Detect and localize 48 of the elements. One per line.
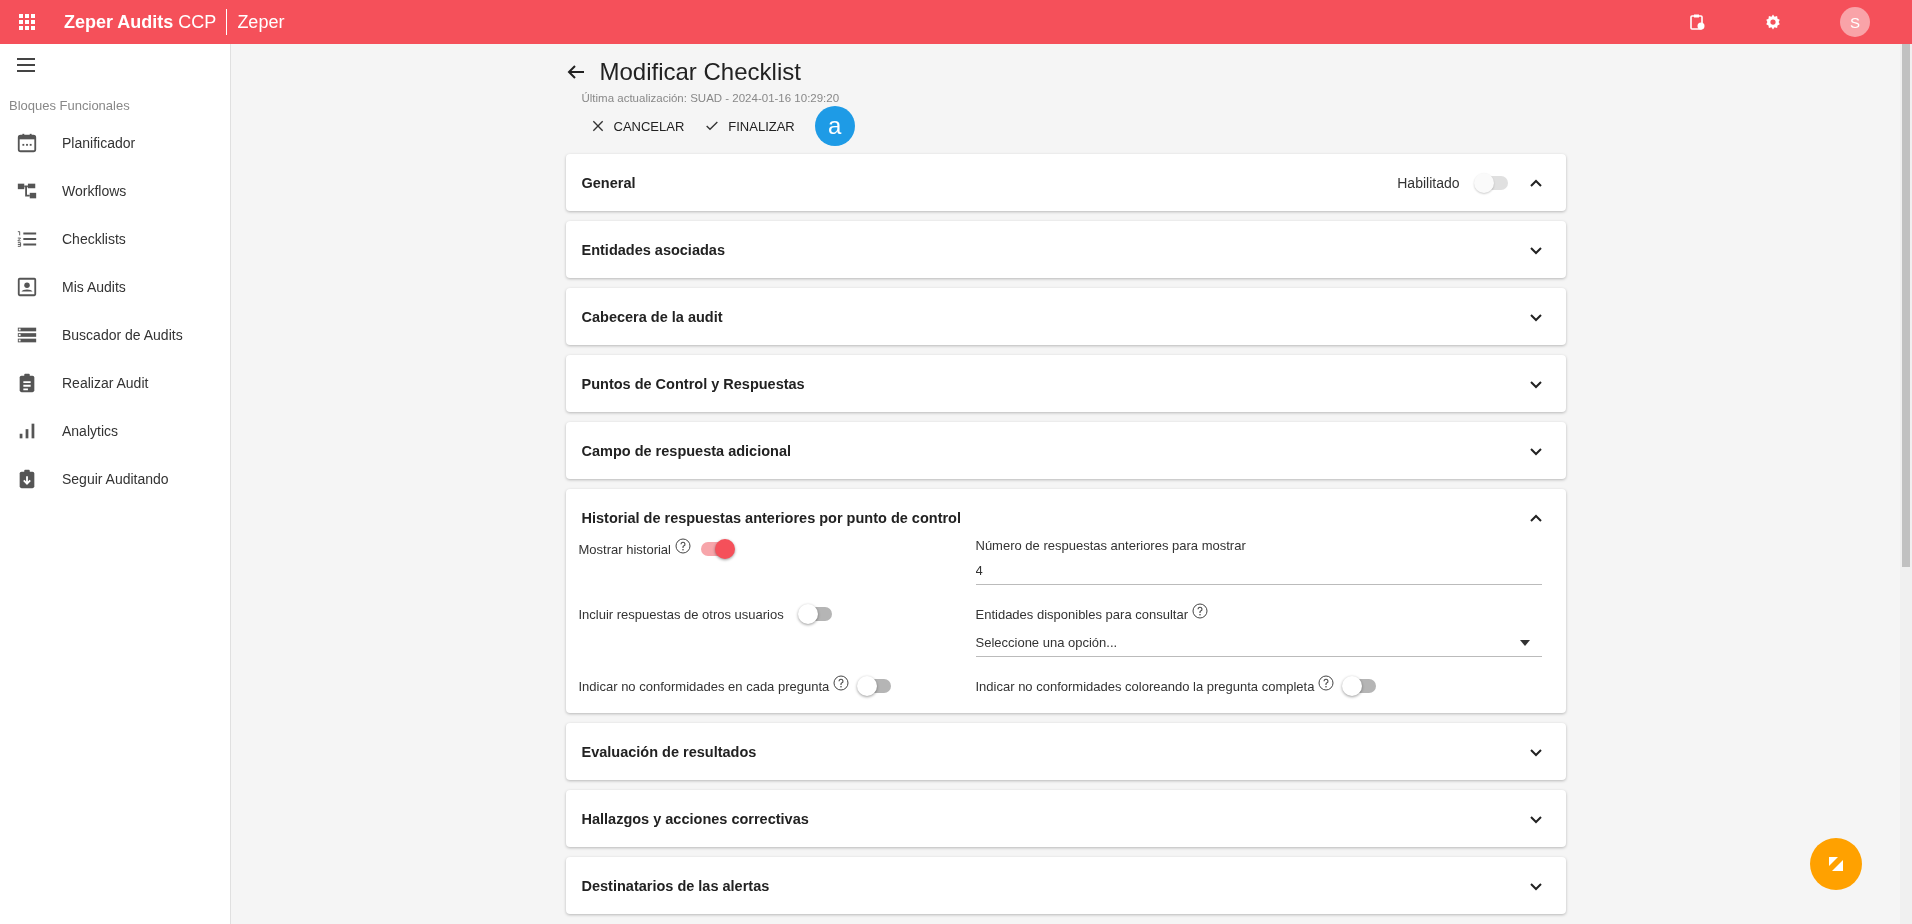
sidebar-item[interactable]: Analytics (0, 407, 230, 455)
sidebar-item[interactable]: Checklists (0, 215, 230, 263)
sidebar-section-title: Bloques Funcionales (9, 98, 131, 113)
panel-title[interactable]: Campo de respuesta adicional (581, 442, 1510, 459)
sidebar-item[interactable]: Realizar Audit (0, 359, 230, 407)
page-title: Modificar Checklist (599, 58, 801, 86)
sidebar-item[interactable]: Planificador (0, 119, 230, 167)
tenant-name: Zeper (237, 11, 285, 33)
toggle-switch[interactable] (797, 604, 834, 624)
help-icon[interactable] (1191, 603, 1208, 619)
settings-icon[interactable] (1764, 13, 1782, 31)
calendar-icon (16, 132, 38, 154)
panel-title[interactable]: Historial de respuestas anteriores por punto de control (581, 509, 1510, 526)
sidebar-item[interactable]: Mis Audits (0, 263, 230, 311)
field-label: Número de respuestas anteriores para mostrar (975, 538, 1246, 553)
numbered-list-icon (16, 228, 38, 250)
contact-card-icon (16, 276, 38, 298)
field-label: Indicar no conformidades coloreando la pregunta completa (975, 678, 1315, 694)
app-suffix: CCP (178, 11, 217, 33)
panel-title[interactable]: Hallazgos y acciones correctivas (581, 810, 1510, 827)
last-updated-text: Última actualización: SUAD - 2024-01-16 10:29:20 (581, 92, 841, 104)
help-icon[interactable] (674, 538, 691, 554)
sidebar-item[interactable]: Seguir Auditando (0, 455, 230, 503)
field-label: Entidades disponibles para consultar (975, 606, 1188, 622)
dropdown-field[interactable]: Seleccione una opción... (975, 629, 1542, 657)
apps-grid-icon[interactable] (18, 13, 36, 31)
scrollbar[interactable] (1900, 44, 1912, 924)
panel-title[interactable]: Puntos de Control y Respuestas (581, 375, 1510, 392)
clipboard-icon[interactable] (1688, 13, 1706, 31)
toggle-label: Habilitado (1397, 174, 1460, 191)
help-icon[interactable] (1318, 675, 1335, 691)
diagonal-square-icon (1828, 856, 1844, 872)
action-button[interactable]: FINALIZAR (704, 112, 805, 140)
number-input-field[interactable]: 4 (975, 557, 1542, 585)
panel-title[interactable]: Cabecera de la audit (581, 308, 1510, 325)
sidebar-item[interactable]: Buscador de Audits (0, 311, 230, 359)
panel-title[interactable]: Entidades asociadas (581, 241, 1510, 258)
field-label: Mostrar historial (578, 541, 671, 557)
panel-title[interactable]: General (581, 174, 1398, 191)
sidebar-item[interactable]: Workflows (0, 167, 230, 215)
panel-title[interactable]: Evaluación de resultados (581, 743, 1510, 760)
app-name: Zeper Audits (64, 11, 174, 33)
field-label: Incluir respuestas de otros usuarios (578, 606, 784, 622)
panel-title[interactable]: Destinatarios de las alertas (581, 877, 1510, 894)
field-label: Indicar no conformidades en cada pregunta (578, 678, 830, 694)
help-icon[interactable] (833, 675, 850, 691)
action-button[interactable]: CANCELAR (589, 112, 695, 140)
dropdown-caret-icon (1519, 639, 1530, 646)
